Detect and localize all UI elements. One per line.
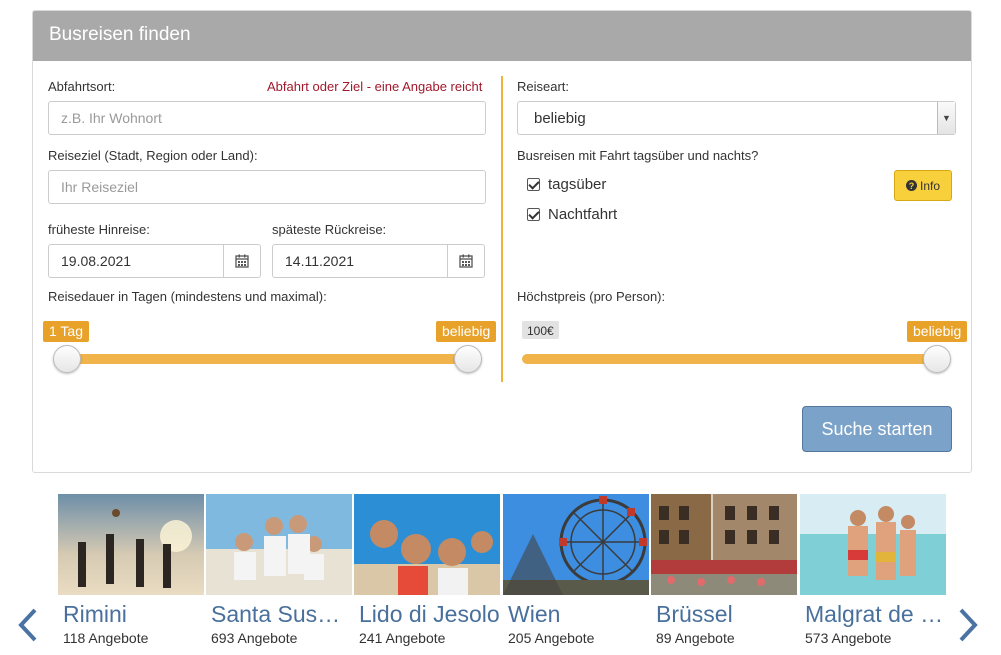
- column-divider: [501, 76, 503, 382]
- checkbox-tagsueber-label: tagsüber: [548, 176, 607, 193]
- destination-count: 118 Angebote: [63, 630, 149, 646]
- latest-date-input[interactable]: 14.11.2021: [272, 244, 448, 278]
- destination-name: Malgrat de Mar: [805, 601, 946, 627]
- destination-image: [58, 494, 204, 595]
- destination-image: [800, 494, 946, 595]
- chevron-left-icon[interactable]: [16, 606, 40, 644]
- checkbox-tagsueber[interactable]: tagsüber: [527, 176, 606, 193]
- travel-type-label: Reiseart:: [517, 79, 570, 94]
- earliest-calendar-button[interactable]: [223, 244, 261, 278]
- destination-count: 205 Angebote: [508, 630, 595, 646]
- max-price-slider-track[interactable]: [522, 354, 950, 364]
- travel-type-value: beliebig: [534, 110, 586, 127]
- destination-card[interactable]: Wien 205 Angebote: [503, 494, 649, 646]
- destination-image: [651, 494, 797, 595]
- chevron-down-icon: ▼: [937, 102, 955, 134]
- departure-label: Abfahrtsort:: [48, 79, 116, 94]
- calendar-icon: [459, 254, 473, 268]
- calendar-icon: [235, 254, 249, 268]
- destination-name: Wien: [508, 601, 561, 627]
- search-button[interactable]: Suche starten: [802, 406, 952, 452]
- info-button-label: Info: [919, 178, 940, 193]
- latest-date-label: späteste Rückreise:: [272, 222, 387, 237]
- destination-count: 573 Angebote: [805, 630, 892, 646]
- destination-name: Lido di Jesolo: [359, 601, 500, 627]
- destination-count: 89 Angebote: [656, 630, 735, 646]
- duration-label: Reisedauer in Tagen (mindestens und maxi…: [48, 289, 327, 304]
- duration-slider-track[interactable]: [58, 354, 482, 364]
- destination-card[interactable]: Rimini 118 Angebote: [58, 494, 204, 646]
- destination-card[interactable]: Lido di Jesolo 241 Angebote: [354, 494, 500, 646]
- max-price-label: Höchstpreis (pro Person):: [517, 289, 666, 304]
- destination-label: Reiseziel (Stadt, Region oder Land):: [48, 148, 258, 163]
- max-price-handle[interactable]: [923, 345, 951, 373]
- destination-image: [503, 494, 649, 595]
- destination-name: Rimini: [63, 601, 127, 627]
- info-button[interactable]: ? Info: [894, 170, 952, 201]
- destination-image: [354, 494, 500, 595]
- max-price-max-tag: beliebig: [907, 321, 968, 342]
- travel-type-select[interactable]: beliebig ▼: [517, 101, 956, 135]
- checkbox-checked-icon: [527, 178, 540, 191]
- destination-name: Brüssel: [656, 601, 733, 627]
- destination-card[interactable]: Brüssel 89 Angebote: [651, 494, 797, 646]
- latest-calendar-button[interactable]: [447, 244, 485, 278]
- destination-card[interactable]: Malgrat de Mar 573 Angebote: [800, 494, 946, 646]
- departure-hint: Abfahrt oder Ziel - eine Angabe reicht: [267, 79, 483, 94]
- checkbox-nachtfahrt[interactable]: Nachtfahrt: [527, 206, 617, 223]
- destination-input[interactable]: Ihr Reiseziel: [48, 170, 486, 204]
- earliest-date-input[interactable]: 19.08.2021: [48, 244, 224, 278]
- destination-count: 693 Angebote: [211, 630, 298, 646]
- departure-input[interactable]: z.B. Ihr Wohnort: [48, 101, 486, 135]
- earliest-date-label: früheste Hinreise:: [48, 222, 150, 237]
- destination-name: Santa Susanna: [211, 601, 352, 627]
- destination-count: 241 Angebote: [359, 630, 446, 646]
- checkbox-checked-icon: [527, 208, 540, 221]
- duration-max-handle[interactable]: [454, 345, 482, 373]
- day-night-label: Busreisen mit Fahrt tagsüber und nachts?: [517, 148, 759, 163]
- duration-min-handle[interactable]: [53, 345, 81, 373]
- panel-title: Busreisen finden: [33, 11, 971, 61]
- checkbox-nachtfahrt-label: Nachtfahrt: [548, 206, 618, 223]
- destination-card[interactable]: Santa Susanna 693 Angebote: [206, 494, 352, 646]
- max-price-min-tag: 100€: [522, 321, 559, 339]
- duration-max-tag: beliebig: [436, 321, 497, 342]
- duration-min-tag: 1 Tag: [43, 321, 89, 342]
- question-icon: ?: [905, 180, 917, 191]
- destination-image: [206, 494, 352, 595]
- chevron-right-icon[interactable]: [956, 606, 980, 644]
